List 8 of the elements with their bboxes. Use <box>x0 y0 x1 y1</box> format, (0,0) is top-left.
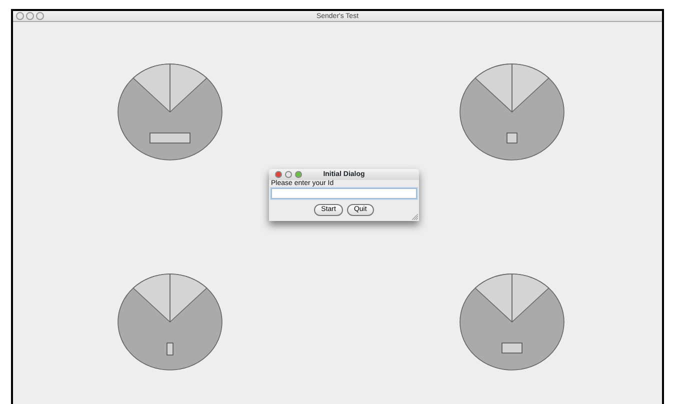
close-button[interactable] <box>16 12 24 20</box>
close-button[interactable] <box>275 171 282 178</box>
zoom-button[interactable] <box>36 12 44 20</box>
zoom-button[interactable] <box>295 171 302 178</box>
minimize-button[interactable] <box>285 171 292 178</box>
id-input-field[interactable] <box>271 188 417 199</box>
resize-grip-icon[interactable] <box>412 214 418 220</box>
minimize-button[interactable] <box>26 12 34 20</box>
